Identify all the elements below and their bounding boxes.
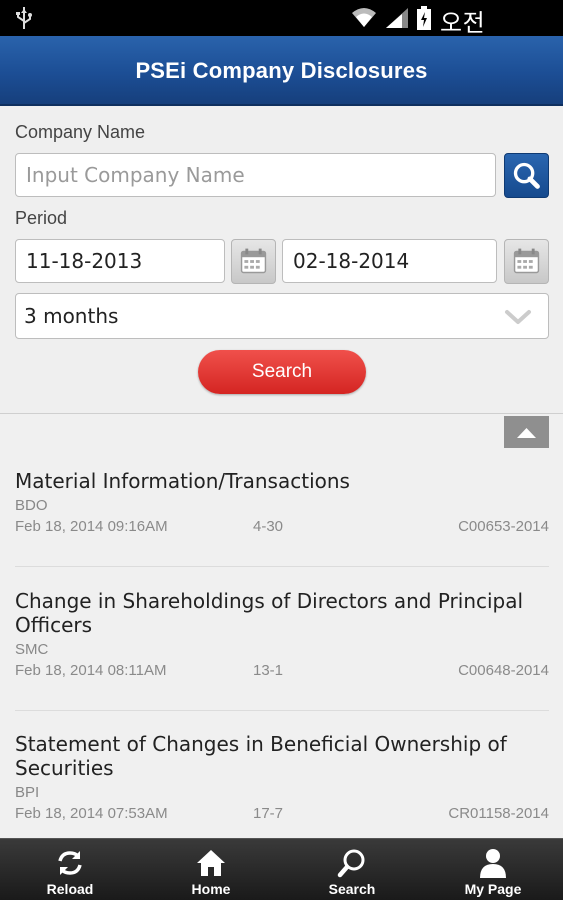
- list-item[interactable]: Statement of Changes in Beneficial Owner…: [15, 732, 549, 827]
- search-icon: [513, 162, 540, 189]
- calendar-icon: [513, 248, 540, 274]
- search-form: Company Name Input Company Name Period 1…: [0, 106, 563, 415]
- nav-reload[interactable]: Reload: [0, 839, 140, 900]
- nav-label: Reload: [46, 881, 94, 897]
- nav-label: Home: [191, 881, 231, 897]
- company-search-button[interactable]: [504, 153, 549, 198]
- date-from-calendar-button[interactable]: [231, 239, 276, 284]
- person-icon: [480, 849, 506, 878]
- date-from-input[interactable]: 11-18-2013: [15, 239, 225, 283]
- scroll-to-top-button[interactable]: [504, 416, 549, 448]
- item-company: SMC: [15, 641, 49, 658]
- period-select-value: 3 months: [24, 304, 119, 328]
- nav-home[interactable]: Home: [141, 839, 281, 900]
- company-name-input[interactable]: Input Company Name: [15, 153, 496, 197]
- item-title: Statement of Changes in Beneficial Owner…: [15, 732, 507, 780]
- search-icon: [337, 849, 365, 878]
- list-divider: [15, 710, 549, 711]
- triangle-up-icon: [517, 428, 536, 438]
- bottom-navigation: Reload Home Search My Page: [0, 838, 563, 900]
- item-pages: 17-7: [253, 805, 284, 822]
- reload-icon: [58, 851, 82, 875]
- list-item[interactable]: Material Information/Transactions BDO Fe…: [15, 469, 549, 540]
- usb-icon: [16, 7, 32, 29]
- results-list[interactable]: Material Information/Transactions BDO Fe…: [0, 414, 563, 838]
- item-pages: 13-1: [253, 662, 284, 679]
- item-title: Change in Shareholdings of Directors and…: [15, 589, 524, 637]
- home-icon: [197, 850, 225, 876]
- item-pages: 4-30: [253, 518, 284, 535]
- item-date: Feb 18, 2014 08:11AM: [15, 662, 167, 679]
- nav-label: My Page: [464, 881, 522, 897]
- period-label: Period: [15, 208, 68, 228]
- item-date: Feb 18, 2014 09:16AM: [15, 518, 168, 535]
- status-bar: 오전 11:42: [0, 0, 563, 66]
- nav-my-page[interactable]: My Page: [423, 839, 563, 900]
- nav-label: Search: [328, 881, 376, 897]
- signal-icon: [386, 8, 408, 28]
- calendar-icon: [240, 248, 267, 274]
- list-item[interactable]: Change in Shareholdings of Directors and…: [15, 589, 549, 684]
- chevron-down-icon: [505, 310, 531, 324]
- item-code: C00653-2014: [458, 518, 549, 535]
- item-company: BDO: [15, 497, 48, 514]
- item-code: C00648-2014: [458, 662, 549, 679]
- wifi-icon: [352, 8, 376, 27]
- nav-search[interactable]: Search: [282, 839, 422, 900]
- period-select[interactable]: 3 months: [15, 293, 549, 339]
- company-name-label: Company Name: [15, 122, 146, 142]
- item-company: BPI: [15, 784, 40, 801]
- item-title: Material Information/Transactions: [15, 469, 350, 493]
- item-code: CR01158-2014: [448, 805, 549, 822]
- page-title: PSEi Company Disclosures: [135, 58, 428, 83]
- item-date: Feb 18, 2014 07:53AM: [15, 805, 168, 822]
- date-to-input[interactable]: 02-18-2014: [282, 239, 497, 283]
- title-bar: PSEi Company Disclosures: [0, 36, 563, 106]
- battery-icon: [417, 6, 431, 30]
- date-to-calendar-button[interactable]: [504, 239, 549, 284]
- search-submit-button[interactable]: Search: [198, 350, 366, 394]
- list-divider: [15, 566, 549, 567]
